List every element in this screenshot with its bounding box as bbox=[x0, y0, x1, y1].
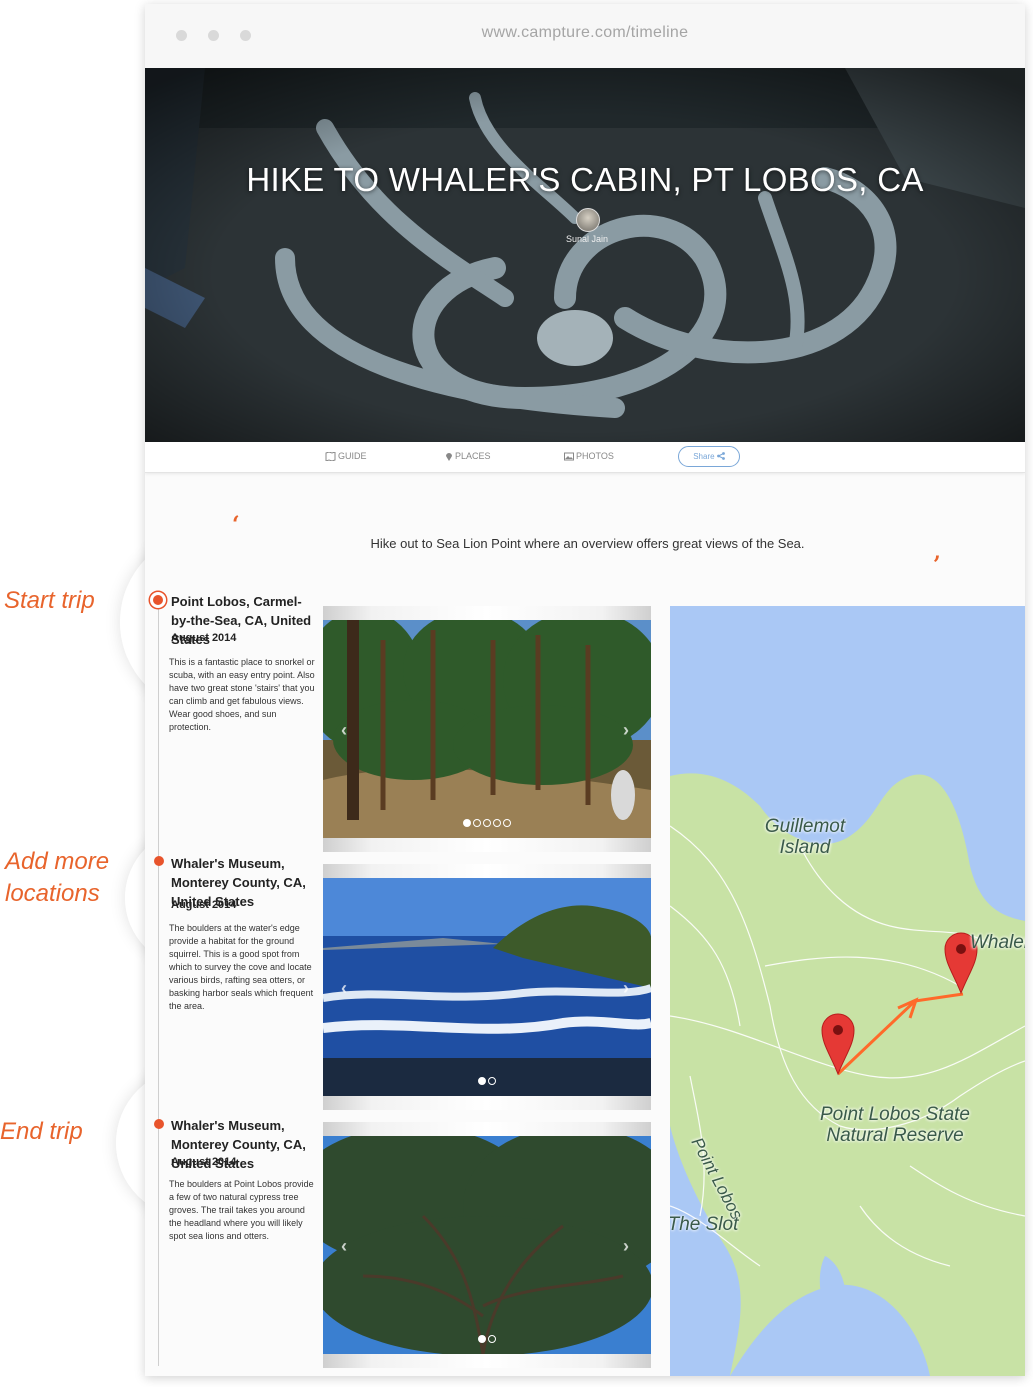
address-bar[interactable]: www.campture.com/timeline bbox=[145, 24, 1025, 42]
cypress-image bbox=[323, 1136, 651, 1354]
tab-places-label: PLACES bbox=[455, 451, 491, 461]
timeline-marker[interactable] bbox=[154, 856, 164, 866]
quote-open-icon: ‘ bbox=[232, 512, 240, 538]
page-title: HIKE TO WHALER'S CABIN, PT LOBOS, CA bbox=[246, 161, 924, 198]
pager-dot[interactable] bbox=[488, 1335, 496, 1343]
map-label-guillemot: Guillemot Island bbox=[764, 816, 846, 858]
tab-photos[interactable]: PHOTOS bbox=[564, 451, 614, 461]
map-book-icon bbox=[325, 451, 336, 462]
map-label-reserve: Point Lobos State Natural Reserve bbox=[820, 1104, 970, 1146]
sea-image bbox=[323, 878, 651, 1096]
carousel-pager bbox=[323, 1072, 651, 1090]
share-icon bbox=[716, 452, 725, 460]
browser-window: www.campture.com/timeline HIKE TO WHALER… bbox=[145, 4, 1025, 1376]
share-button-label: Share bbox=[693, 452, 715, 461]
location-date: August 2014 bbox=[171, 632, 237, 644]
photo-carousel: ‹ › bbox=[323, 606, 651, 852]
pager-dot[interactable] bbox=[503, 819, 511, 827]
pager-dot[interactable] bbox=[488, 1077, 496, 1085]
start-trip-label: Start trip bbox=[4, 587, 95, 614]
tab-bar: GUIDE PLACES PHOTOS Share bbox=[145, 442, 1025, 473]
tab-places[interactable]: PLACES bbox=[445, 451, 491, 461]
hero-banner: HIKE TO WHALER'S CABIN, PT LOBOS, CA Sun… bbox=[145, 68, 1025, 442]
add-locations-label-2: locations bbox=[5, 880, 100, 907]
forest-image bbox=[323, 620, 651, 838]
photo-carousel: ‹ › bbox=[323, 864, 651, 1110]
pager-dot[interactable] bbox=[478, 1077, 486, 1085]
location-date: August 2014 bbox=[171, 1156, 237, 1168]
carousel-pager bbox=[323, 1330, 651, 1348]
browser-chrome: www.campture.com/timeline bbox=[145, 4, 1025, 68]
pager-dot[interactable] bbox=[473, 819, 481, 827]
cypress-photo[interactable]: ‹ › bbox=[323, 1136, 651, 1354]
whale-bones-photo bbox=[145, 68, 1025, 442]
pager-dot[interactable] bbox=[478, 1335, 486, 1343]
end-trip-label: End trip bbox=[0, 1118, 83, 1145]
add-locations-label-1: Add more bbox=[5, 848, 110, 875]
timeline-marker-start[interactable] bbox=[153, 595, 163, 605]
carousel-prev-arrow[interactable]: ‹ bbox=[341, 978, 347, 999]
location-date: August 2014 bbox=[171, 899, 237, 911]
author-name[interactable]: Sunal Jain bbox=[525, 234, 649, 244]
trip-map[interactable]: Guillemot Island Point Lobos State Natur… bbox=[670, 606, 1025, 1376]
carousel-pager bbox=[323, 814, 651, 832]
image-icon bbox=[564, 452, 574, 461]
tab-photos-label: PHOTOS bbox=[576, 451, 614, 461]
carousel-next-arrow[interactable]: › bbox=[623, 720, 629, 741]
map-canvas bbox=[670, 606, 1025, 1376]
carousel-next-arrow[interactable]: › bbox=[623, 1236, 629, 1257]
trip-intro: Hike out to Sea Lion Point where an over… bbox=[370, 536, 805, 551]
photo-carousel: ‹ › bbox=[323, 1122, 651, 1368]
pager-dot[interactable] bbox=[493, 819, 501, 827]
quote-close-icon: ’ bbox=[933, 552, 941, 578]
carousel-next-arrow[interactable]: › bbox=[623, 978, 629, 999]
share-button[interactable]: Share bbox=[678, 446, 740, 467]
location-description: This is a fantastic place to snorkel or … bbox=[169, 657, 315, 732]
timeline-marker-end[interactable] bbox=[154, 1119, 164, 1129]
carousel-prev-arrow[interactable]: ‹ bbox=[341, 1236, 347, 1257]
location-description: The boulders at Point Lobos provide a fe… bbox=[169, 1179, 314, 1241]
carousel-prev-arrow[interactable]: ‹ bbox=[341, 720, 347, 741]
map-label-slot: The Slot bbox=[670, 1214, 739, 1235]
timeline-line bbox=[158, 596, 159, 1366]
author-avatar[interactable] bbox=[576, 208, 600, 232]
sea-photo[interactable]: ‹ › bbox=[323, 878, 651, 1096]
pager-dot[interactable] bbox=[463, 819, 471, 827]
tab-guide-label: GUIDE bbox=[338, 451, 367, 461]
tab-guide[interactable]: GUIDE bbox=[325, 451, 367, 462]
location-description: The boulders at the water's edge provide… bbox=[169, 923, 314, 1011]
forest-photo[interactable]: ‹ › bbox=[323, 620, 651, 838]
map-label-whaler: Whaler bbox=[970, 932, 1025, 953]
pager-dot[interactable] bbox=[483, 819, 491, 827]
location-pin-icon bbox=[446, 453, 452, 461]
